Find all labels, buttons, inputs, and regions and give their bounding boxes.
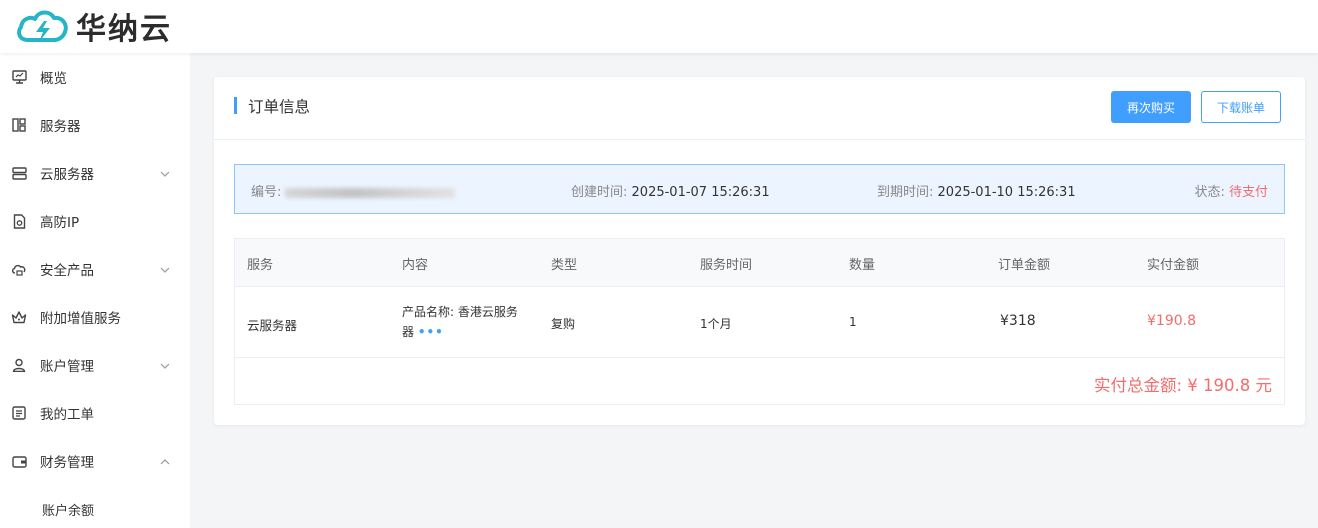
cloud-bolt-logo-icon bbox=[17, 10, 68, 42]
chevron-down-icon bbox=[160, 358, 170, 373]
order-table: 服务 内容 类型 服务时间 数量 订单金额 实付金额 云服务器 产品名称: 香港… bbox=[234, 238, 1285, 405]
cell-content: 产品名称: 香港云服务 器 ••• bbox=[402, 302, 518, 342]
expire-time-label: 到期时间: bbox=[877, 185, 934, 200]
monitor-icon bbox=[11, 69, 27, 85]
status-label: 状态: bbox=[1194, 185, 1225, 200]
order-id: 编号: bbox=[251, 181, 456, 200]
expire-time-value: 2025-01-10 15:26:31 bbox=[937, 185, 1076, 200]
cell-service: 云服务器 bbox=[247, 318, 298, 333]
buy-again-button[interactable]: 再次购买 bbox=[1111, 91, 1191, 123]
more-icon[interactable]: ••• bbox=[418, 325, 444, 339]
sidebar-item-label: 安全产品 bbox=[40, 263, 94, 279]
ticket-icon bbox=[11, 405, 27, 421]
title-accent-bar bbox=[234, 97, 237, 114]
cell-quantity: 1 bbox=[849, 315, 857, 329]
created-time-label: 创建时间: bbox=[571, 185, 628, 200]
page-title: 订单信息 bbox=[248, 98, 311, 116]
table-row: 云服务器 产品名称: 香港云服务 器 ••• 复购 1个月 1 ¥318 ¥19… bbox=[235, 287, 1284, 358]
user-icon bbox=[11, 357, 27, 373]
sidebar-item-my-tickets[interactable]: 我的工单 bbox=[0, 389, 190, 437]
wallet-icon bbox=[11, 453, 27, 469]
sidebar-item-label: 附加增值服务 bbox=[40, 311, 121, 327]
top-header: 华纳云 bbox=[0, 0, 1318, 53]
order-status: 状态: 待支付 bbox=[1194, 181, 1268, 200]
col-header-paid-amount: 实付金额 bbox=[1147, 258, 1200, 273]
download-bill-button[interactable]: 下载账单 bbox=[1201, 91, 1281, 123]
table-header: 服务 内容 类型 服务时间 数量 订单金额 实付金额 bbox=[235, 239, 1284, 287]
chevron-down-icon bbox=[160, 262, 170, 277]
cell-order-amount: ¥318 bbox=[1000, 313, 1036, 329]
created-time-value: 2025-01-07 15:26:31 bbox=[631, 185, 770, 200]
order-info-card: 订单信息 再次购买 下载账单 编号: 创建时间: 2025-01-07 15:2… bbox=[214, 77, 1305, 425]
brand-logo[interactable]: 华纳云 bbox=[14, 4, 172, 48]
col-header-service: 服务 bbox=[247, 258, 274, 273]
cell-paid-amount: ¥190.8 bbox=[1147, 313, 1196, 329]
content-line-2-wrap: 器 ••• bbox=[402, 322, 518, 342]
sidebar-item-security-products[interactable]: 安全产品 bbox=[0, 245, 190, 293]
col-header-order-amount: 订单金额 bbox=[998, 258, 1051, 273]
sidebar-item-cloud-servers[interactable]: 云服务器 bbox=[0, 149, 190, 197]
content-line-2: 器 bbox=[402, 325, 415, 339]
sidebar-item-label: 我的工单 bbox=[40, 407, 94, 423]
card-header: 订单信息 再次购买 下载账单 bbox=[214, 77, 1305, 140]
order-summary-bar: 编号: 创建时间: 2025-01-07 15:26:31 到期时间: 2025… bbox=[234, 164, 1285, 214]
sidebar-subitem-account-balance[interactable]: 账户余额 bbox=[0, 485, 190, 528]
sidebar-item-account-management[interactable]: 账户管理 bbox=[0, 341, 190, 389]
sidebar-item-servers[interactable]: 服务器 bbox=[0, 101, 190, 149]
sidebar-item-overview[interactable]: 概览 bbox=[0, 53, 190, 101]
order-id-label: 编号: bbox=[251, 185, 282, 200]
sidebar-item-value-added-services[interactable]: 附加增值服务 bbox=[0, 293, 190, 341]
cloud-lock-icon bbox=[11, 261, 27, 277]
cell-duration: 1个月 bbox=[700, 317, 732, 331]
content-line-1: 产品名称: 香港云服务 bbox=[402, 305, 518, 319]
created-time: 创建时间: 2025-01-07 15:26:31 bbox=[571, 181, 770, 200]
col-header-duration: 服务时间 bbox=[700, 258, 753, 273]
col-header-type: 类型 bbox=[551, 258, 578, 273]
sidebar-item-label: 高防IP bbox=[40, 215, 80, 231]
cell-type: 复购 bbox=[551, 317, 576, 331]
col-header-content: 内容 bbox=[402, 258, 429, 273]
total-paid-amount: 实付总金额: ¥ 190.8 元 bbox=[1093, 376, 1272, 395]
sidebar: 概览 服务器 云服务器 高防IP 安全产品 附加增值服务 账户管理 我的工单 财… bbox=[0, 53, 190, 528]
redacted-order-id bbox=[285, 187, 456, 198]
server-icon bbox=[11, 165, 27, 181]
sidebar-item-label: 概览 bbox=[40, 71, 67, 87]
col-header-quantity: 数量 bbox=[849, 258, 876, 273]
status-badge: 待支付 bbox=[1228, 185, 1268, 200]
shield-doc-icon bbox=[11, 213, 27, 229]
sidebar-item-anti-ddos-ip[interactable]: 高防IP bbox=[0, 197, 190, 245]
sidebar-item-label: 账户管理 bbox=[40, 359, 94, 375]
chevron-up-icon bbox=[160, 454, 170, 469]
expire-time: 到期时间: 2025-01-10 15:26:31 bbox=[877, 181, 1076, 200]
brand-name: 华纳云 bbox=[76, 12, 172, 47]
sidebar-item-label: 服务器 bbox=[40, 119, 81, 135]
sidebar-item-label: 财务管理 bbox=[40, 455, 94, 471]
layout-icon bbox=[11, 117, 27, 133]
sidebar-item-label: 云服务器 bbox=[40, 167, 94, 183]
crown-icon bbox=[11, 309, 27, 325]
sidebar-item-finance-management[interactable]: 财务管理 bbox=[0, 437, 190, 485]
chevron-down-icon bbox=[160, 166, 170, 181]
